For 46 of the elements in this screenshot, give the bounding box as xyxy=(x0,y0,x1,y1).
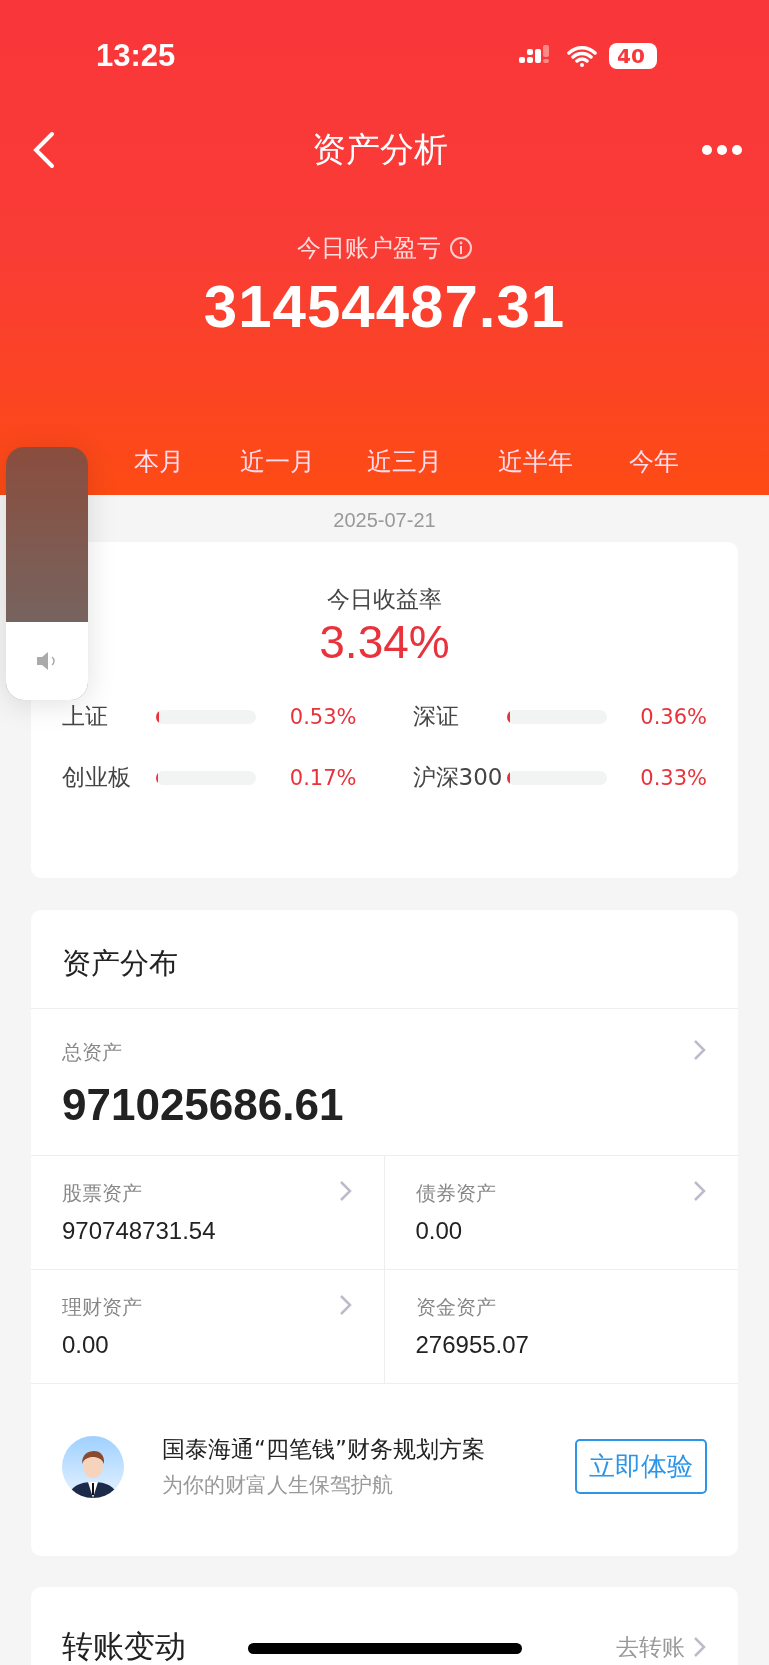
try-now-button[interactable]: 立即体验 xyxy=(575,1439,707,1494)
more-icon[interactable] xyxy=(701,144,743,156)
date-label: 2025-07-21 xyxy=(332,509,437,532)
index-name: 深证 xyxy=(412,702,460,731)
asset-value: 0.00 xyxy=(62,1331,110,1359)
page-title: 资产分析 xyxy=(311,128,448,171)
period-tab[interactable]: 今年 xyxy=(629,444,679,478)
section-title: 资产分布 xyxy=(31,910,738,1009)
yield-label: 今日收益率 xyxy=(326,585,443,614)
index-reading: 0.36% xyxy=(640,704,707,729)
yield-value: 3.34% xyxy=(319,616,450,668)
promo-subtitle: 为你的财富人生保驾护航 xyxy=(162,1472,394,1499)
asset-label: 债券资产 xyxy=(415,1180,496,1207)
period-tab[interactable]: 近一月 xyxy=(240,444,315,478)
battery-level: 40 xyxy=(609,43,657,69)
asset-value: 970748731.54 xyxy=(62,1217,216,1245)
period-tab[interactable]: 近三月 xyxy=(367,444,442,478)
info-icon[interactable] xyxy=(448,236,473,260)
chevron-icon[interactable] xyxy=(338,1180,353,1202)
chevron-icon[interactable] xyxy=(693,1636,707,1658)
asset-label: 股票资产 xyxy=(62,1180,143,1207)
asset-label: 理财资产 xyxy=(62,1294,142,1321)
chevron-icon[interactable] xyxy=(693,1180,707,1202)
index-reading: 0.53% xyxy=(289,704,357,729)
index-name: 沪深300 xyxy=(412,763,504,792)
status-time: 13:25 xyxy=(96,38,176,74)
index-reading: 0.17% xyxy=(289,765,357,790)
promo-title: 国泰海通“四笔钱”财务规划方案 xyxy=(162,1435,485,1464)
summary-value: 31454487.31 xyxy=(202,272,567,341)
chevron-icon[interactable] xyxy=(693,1039,707,1061)
asset-label: 资金资产 xyxy=(415,1294,497,1321)
summary-label: 今日账户盈亏 xyxy=(296,233,441,264)
asset-label: 总资产 xyxy=(62,1039,123,1066)
index-reading: 0.33% xyxy=(640,765,707,790)
index-name: 创业板 xyxy=(62,763,132,792)
period-tab[interactable]: 近半年 xyxy=(498,444,573,478)
asset-value: 0.00 xyxy=(415,1217,464,1245)
chevron-icon[interactable] xyxy=(338,1294,353,1316)
asset-value: 276955.07 xyxy=(415,1331,529,1359)
index-name: 上证 xyxy=(62,702,109,731)
volume-slider[interactable] xyxy=(6,447,88,700)
transfer-link[interactable]: 去转账 xyxy=(616,1631,685,1663)
wifi-icon xyxy=(567,45,597,67)
total-value: 971025686.61 xyxy=(62,1080,344,1130)
section-title: 转账变动 xyxy=(62,1627,186,1665)
period-tab[interactable]: 本月 xyxy=(134,444,184,478)
